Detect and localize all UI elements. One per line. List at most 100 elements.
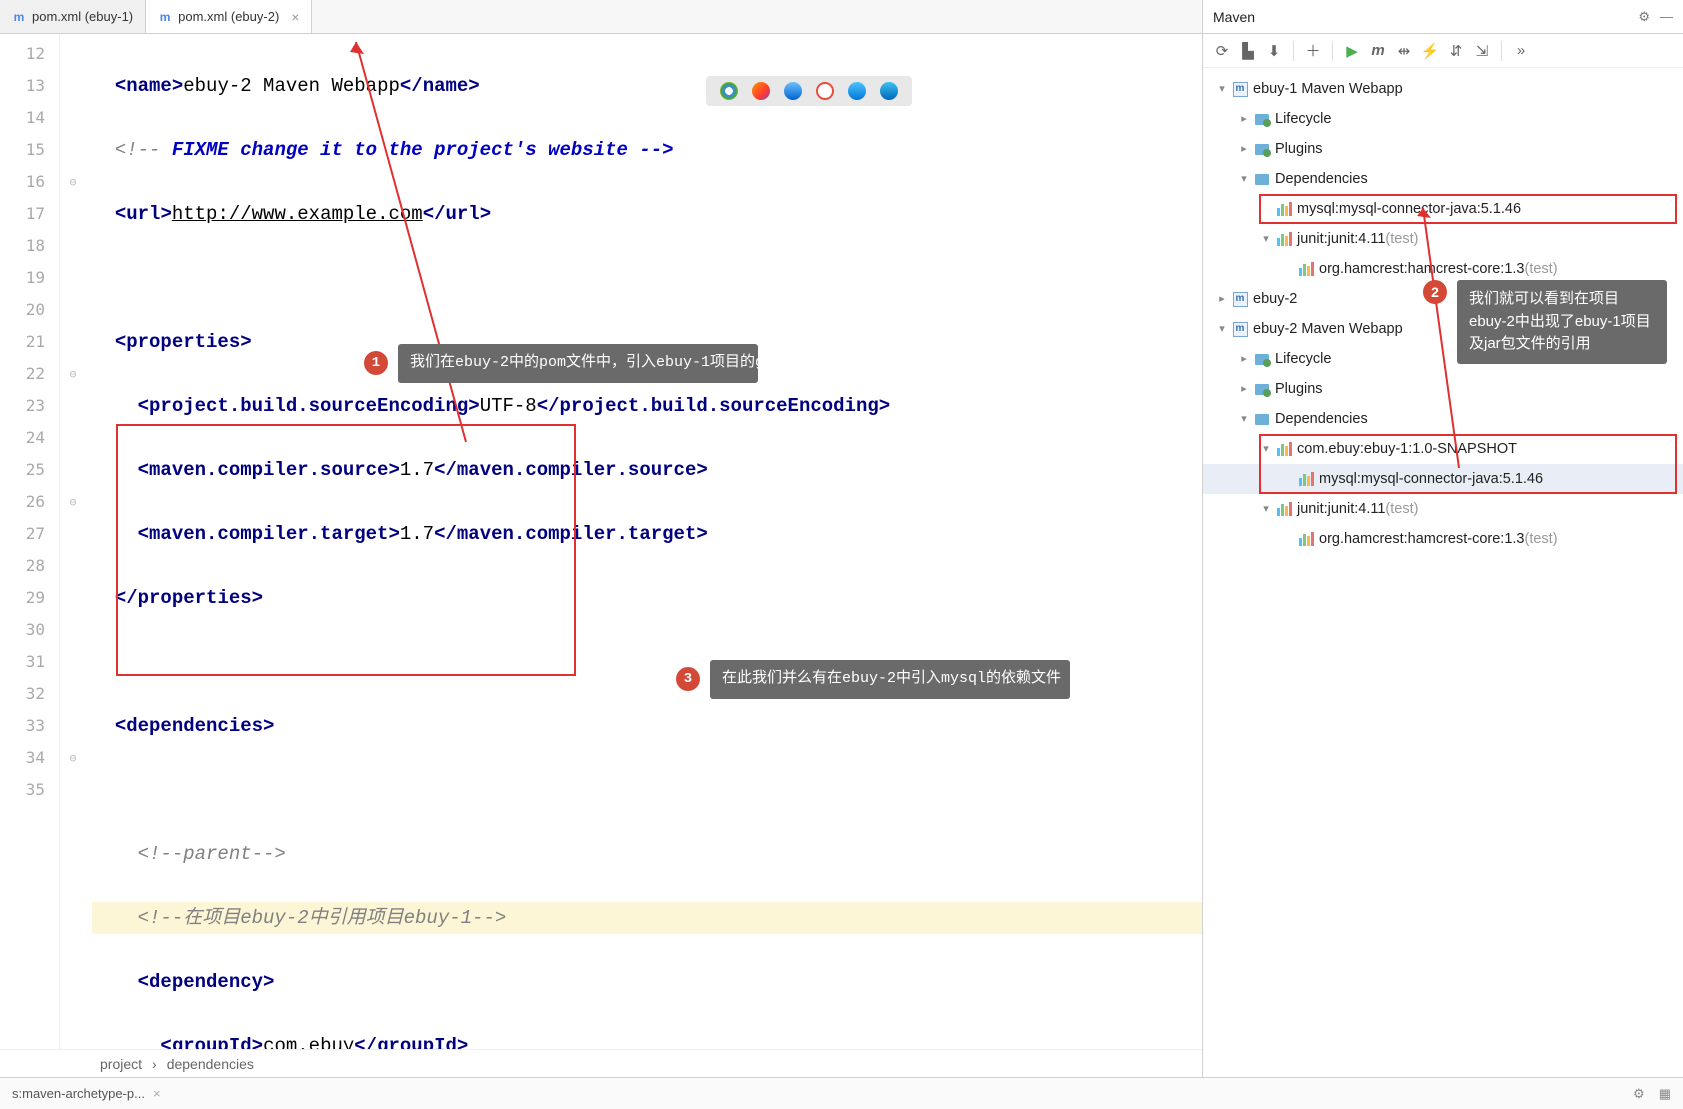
tree-label: ebuy-1 Maven Webapp [1253, 74, 1403, 104]
tree-node[interactable]: ▸ Plugins [1203, 374, 1683, 404]
generate-sources-icon[interactable]: ▙ [1237, 40, 1259, 62]
fold-toggle-icon[interactable]: ⊖ [60, 486, 86, 518]
annotation-1: 1 我们在ebuy-2中的pom文件中，引入ebuy-1项目的groupId和a… [364, 344, 758, 383]
tree-node[interactable]: ▾Dependencies [1203, 164, 1683, 194]
ie-icon [848, 82, 866, 100]
line-number: 32 [0, 678, 59, 710]
maven-tree[interactable]: 2 我们就可以看到在项目ebuy-2中出现了ebuy-1项目及jar包文件的引用… [1203, 68, 1683, 1077]
minimize-icon[interactable]: — [1660, 9, 1673, 25]
editor-tabs: m pom.xml (ebuy-1) m pom.xml (ebuy-2) × [0, 0, 1202, 34]
tree-node[interactable]: ▾junit:junit:4.11 (test) [1203, 494, 1683, 524]
expand-arrow-icon[interactable]: ▸ [1235, 374, 1253, 404]
tree-scope: (test) [1525, 524, 1558, 554]
gear-icon[interactable]: ⚙ [1633, 1086, 1645, 1102]
line-number: 30 [0, 614, 59, 646]
tree-node[interactable]: ▾ Dependencies [1203, 404, 1683, 434]
close-icon[interactable]: × [153, 1086, 161, 1101]
tree-label: mysql:mysql-connector-java:5.1.46 [1319, 464, 1543, 494]
show-deps-icon[interactable]: ⇵ [1445, 40, 1467, 62]
line-number: 26 [0, 486, 59, 518]
tree-label: mysql:mysql-connector-java:5.1.46 [1297, 194, 1521, 224]
tree-node[interactable]: mysql:mysql-connector-java:5.1.46 [1203, 464, 1683, 494]
gear-icon[interactable]: ⚙ [1638, 9, 1650, 25]
tree-label: Lifecycle [1275, 344, 1331, 374]
tab-label: pom.xml (ebuy-2) [178, 9, 279, 24]
expand-arrow-icon[interactable]: ▾ [1213, 74, 1231, 104]
tree-label: org.hamcrest:hamcrest-core:1.3 [1319, 524, 1525, 554]
breadcrumb[interactable]: project › dependencies [0, 1049, 1202, 1077]
tree-label: ebuy-2 Maven Webapp [1253, 314, 1403, 344]
tree-node[interactable]: ▾junit:junit:4.11 (test) [1203, 224, 1683, 254]
fold-toggle-icon[interactable]: ⊖ [60, 358, 86, 390]
annotation-text-2: 我们就可以看到在项目ebuy-2中出现了ebuy-1项目及jar包文件的引用 [1457, 280, 1667, 364]
maven-tool-window: Maven ⚙ — ⟳ ▙ ⬇ ＋ ▶ m ⇹ ⚡ ⇵ ⇲ » 2 [1203, 0, 1683, 1077]
close-icon[interactable]: × [291, 9, 299, 25]
annotation-text-3: 在此我们并么有在ebuy-2中引入mysql的依赖文件 [710, 660, 1070, 699]
add-icon[interactable]: ＋ [1302, 40, 1324, 62]
tree-node[interactable]: ▸Plugins [1203, 134, 1683, 164]
annotation-text-1: 我们在ebuy-2中的pom文件中，引入ebuy-1项目的groupId和art… [398, 344, 758, 383]
collapse-icon[interactable]: ⇲ [1471, 40, 1493, 62]
line-number: 14 [0, 102, 59, 134]
tree-node[interactable]: ▸ Lifecycle [1203, 104, 1683, 134]
editor-body[interactable]: 1213141516171819202122232425262728293031… [0, 34, 1202, 1049]
line-number: 27 [0, 518, 59, 550]
tab-pom-ebuy-2[interactable]: m pom.xml (ebuy-2) × [146, 0, 312, 33]
editor-pane: m pom.xml (ebuy-1) m pom.xml (ebuy-2) × … [0, 0, 1203, 1077]
status-indicator-icon[interactable]: ▦ [1659, 1086, 1671, 1102]
maven-file-icon: m [158, 10, 172, 24]
line-number: 35 [0, 774, 59, 806]
line-number: 25 [0, 454, 59, 486]
line-number: 16 [0, 166, 59, 198]
expand-arrow-icon[interactable]: ▸ [1235, 344, 1253, 374]
expand-arrow-icon[interactable]: ▸ [1213, 284, 1231, 314]
firefox-icon [752, 82, 770, 100]
tab-pom-ebuy-1[interactable]: m pom.xml (ebuy-1) [0, 0, 146, 33]
opera-icon [816, 82, 834, 100]
tree-node[interactable]: ▾com.ebuy:ebuy-1:1.0-SNAPSHOT [1203, 434, 1683, 464]
toggle-offline-icon[interactable]: ⇹ [1393, 40, 1415, 62]
line-number: 12 [0, 38, 59, 70]
line-number: 23 [0, 390, 59, 422]
tree-scope: (test) [1385, 494, 1418, 524]
breadcrumb-item[interactable]: dependencies [167, 1056, 254, 1072]
expand-arrow-icon[interactable]: ▾ [1235, 404, 1253, 434]
more-icon[interactable]: » [1510, 40, 1532, 62]
maven-m-icon[interactable]: m [1367, 40, 1389, 62]
tree-node[interactable]: mysql:mysql-connector-java:5.1.46 [1203, 194, 1683, 224]
skip-tests-icon[interactable]: ⚡ [1419, 40, 1441, 62]
line-gutter: 1213141516171819202122232425262728293031… [0, 34, 60, 1049]
annotation-3: 3 在此我们并么有在ebuy-2中引入mysql的依赖文件 [676, 660, 1070, 699]
chrome-icon [720, 82, 738, 100]
expand-arrow-icon[interactable]: ▾ [1257, 224, 1275, 254]
line-number: 15 [0, 134, 59, 166]
code-area[interactable]: <name>ebuy-2 Maven Webapp</name> <!-- FI… [86, 34, 1202, 1049]
run-icon[interactable]: ▶ [1341, 40, 1363, 62]
tree-label: Dependencies [1275, 404, 1368, 434]
safari-icon [784, 82, 802, 100]
expand-arrow-icon[interactable]: ▾ [1213, 314, 1231, 344]
expand-arrow-icon[interactable]: ▾ [1257, 434, 1275, 464]
expand-arrow-icon[interactable]: ▸ [1235, 104, 1253, 134]
tree-node[interactable]: org.hamcrest:hamcrest-core:1.3 (test) [1203, 524, 1683, 554]
expand-arrow-icon[interactable]: ▾ [1235, 164, 1253, 194]
expand-arrow-icon[interactable]: ▾ [1257, 494, 1275, 524]
tree-label: Plugins [1275, 374, 1323, 404]
maven-title: Maven [1213, 9, 1255, 25]
fold-toggle-icon[interactable]: ⊖ [60, 166, 86, 198]
tree-node[interactable]: ▾mebuy-1 Maven Webapp [1203, 74, 1683, 104]
expand-arrow-icon[interactable]: ▸ [1235, 134, 1253, 164]
line-number: 31 [0, 646, 59, 678]
tree-label: Lifecycle [1275, 104, 1331, 134]
reimport-icon[interactable]: ⟳ [1211, 40, 1233, 62]
fold-toggle-icon[interactable]: ⊖ [60, 742, 86, 774]
line-number: 24 [0, 422, 59, 454]
annotation-badge-3: 3 [676, 667, 700, 691]
status-text: s:maven-archetype-p... [12, 1086, 145, 1101]
breadcrumb-item[interactable]: project [100, 1056, 142, 1072]
line-number: 21 [0, 326, 59, 358]
tree-label: junit:junit:4.11 [1297, 224, 1385, 254]
line-number: 33 [0, 710, 59, 742]
annotation-2: 2 我们就可以看到在项目ebuy-2中出现了ebuy-1项目及jar包文件的引用 [1423, 280, 1667, 364]
download-icon[interactable]: ⬇ [1263, 40, 1285, 62]
